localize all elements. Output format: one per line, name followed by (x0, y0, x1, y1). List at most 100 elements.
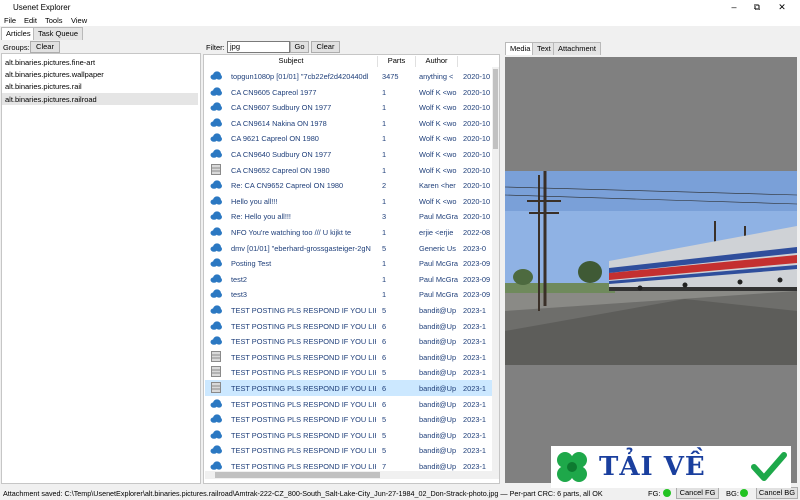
cell-author: Paul McGra (419, 212, 459, 222)
table-row[interactable]: topgun1080p [01/01] "7cb22ef2d420440dl 34… (205, 68, 492, 84)
group-item[interactable]: alt.binaries.pictures.wallpaper (5, 70, 104, 79)
table-row[interactable]: test3 1 Paul McGra 2023-09 (205, 286, 492, 302)
cell-author: Generic Us (419, 243, 456, 253)
cancel-bg-button[interactable]: Cancel BG (756, 487, 798, 499)
menu-tools[interactable]: Tools (45, 16, 63, 25)
table-row[interactable]: TEST POSTING PLS RESPOND IF YOU LIKE - 6 b… (205, 318, 492, 334)
groups-clear-button[interactable]: Clear (30, 41, 60, 53)
table-row[interactable]: TEST POSTING PLS RESPOND IF YOU LIKE - 5 b… (205, 364, 492, 380)
table-row[interactable]: TEST POSTING PLS RESPOND IF YOU LIKE - 5 b… (205, 427, 492, 443)
cell-date: 2023-09 (463, 290, 491, 300)
cell-parts: 1 (382, 228, 387, 237)
filter-label: Filter: (206, 43, 225, 52)
cell-parts: 2 (382, 181, 387, 191)
scrollbar-thumb[interactable] (215, 472, 380, 478)
cell-date: 2023-1 (463, 399, 487, 409)
cloud-icon (210, 320, 222, 330)
cell-subject: TEST POSTING PLS RESPOND IF YOU LIKE - (231, 384, 376, 393)
table-row[interactable]: TEST POSTING PLS RESPOND IF YOU LIKE - 5 b… (205, 302, 492, 318)
checkmark-icon (751, 452, 787, 481)
cloud-icon (210, 445, 222, 455)
column-parts[interactable]: Parts (378, 56, 416, 67)
watermark-text: TẢI VỀ (599, 452, 706, 482)
table-row[interactable]: test2 1 Paul McGra 2023-09 (205, 271, 492, 287)
minimize-icon[interactable]: – (728, 2, 740, 12)
cancel-fg-button[interactable]: Cancel FG (676, 487, 719, 499)
cell-author: anything < (419, 72, 454, 81)
cell-parts: 3475 (382, 72, 399, 81)
column-subject[interactable]: Subject (205, 56, 378, 67)
tab-articles[interactable]: Articles (1, 27, 36, 40)
column-author[interactable]: Author (416, 56, 458, 67)
cell-date: 2023-0 (463, 243, 487, 253)
cell-parts: 3 (382, 212, 387, 222)
cell-parts: 5 (382, 306, 387, 315)
table-row[interactable]: dmv [01/01] "eberhard-grossgasteiger-2gN… (205, 240, 492, 256)
group-item[interactable]: alt.binaries.pictures.fine-art (5, 58, 95, 67)
menu-bar: File Edit Tools View (0, 14, 800, 26)
vertical-scrollbar[interactable] (492, 67, 499, 471)
table-row[interactable]: CA CN9607 Sudbury ON 1977 1 Wolf K <wo 2020… (205, 99, 492, 115)
table-row[interactable]: TEST POSTING PLS RESPOND IF YOU LIKE - 6 b… (205, 396, 492, 412)
cell-author: bandit@Up (419, 415, 457, 425)
table-row[interactable]: Re: Hello you all!!! 3 Paul McGra 2020-10 (205, 208, 492, 224)
cell-date: 2022-08 (463, 228, 491, 237)
horizontal-scrollbar[interactable] (205, 471, 499, 479)
tab-media[interactable]: Media (505, 42, 536, 55)
table-row[interactable]: TEST POSTING PLS RESPOND IF YOU LIKE - 6 b… (205, 380, 492, 396)
menu-edit[interactable]: Edit (24, 16, 37, 25)
fg-label: FG: (648, 489, 661, 498)
cloud-icon (210, 71, 222, 80)
train-photo (505, 171, 797, 365)
cell-date: 2020-10 (463, 212, 491, 222)
table-row[interactable]: CA 9621 Capreol ON 1980 1 Wolf K <wo 2020-1… (205, 130, 492, 146)
menu-file[interactable]: File (4, 16, 16, 25)
table-row[interactable]: NFO You're watching too /// U kijkt te 1 e… (205, 224, 492, 240)
cell-parts: 1 (382, 118, 387, 128)
maximize-icon[interactable]: ⧉ (751, 2, 763, 12)
cell-parts: 6 (382, 321, 387, 331)
cell-parts: 6 (382, 352, 387, 362)
cell-parts: 6 (382, 337, 387, 347)
box-icon (211, 366, 221, 378)
table-row[interactable]: Re: CA CN9652 Capreol ON 1980 2 Karen <her… (205, 177, 492, 193)
cell-subject: test2 (231, 274, 248, 284)
cell-date: 2023-1 (463, 462, 487, 471)
group-item[interactable]: alt.binaries.pictures.railroad (5, 95, 97, 104)
filter-input[interactable]: jpg (227, 41, 290, 53)
table-row[interactable]: TEST POSTING PLS RESPOND IF YOU LIKE - 6 b… (205, 349, 492, 365)
cell-date: 2020-10 (463, 103, 491, 113)
clover-icon (557, 452, 587, 482)
scrollbar-thumb[interactable] (493, 69, 498, 149)
close-icon[interactable]: ✕ (776, 2, 788, 12)
table-row[interactable]: Hello you all!!! 1 Wolf K <wo 2020-10 (205, 193, 492, 209)
cell-subject: TEST POSTING PLS RESPOND IF YOU LIKE - (231, 415, 376, 425)
cell-parts: 1 (382, 103, 387, 113)
cell-subject: CA CN9614 Nakina ON 1978 (231, 118, 327, 128)
menu-view[interactable]: View (71, 16, 87, 25)
table-row[interactable]: CA CN9614 Nakina ON 1978 1 Wolf K <wo 2020-… (205, 115, 492, 131)
filter-clear-button[interactable]: Clear (311, 41, 340, 53)
table-row[interactable]: CA CN9605 Capreol 1977 1 Wolf K <wo 2020-10 (205, 84, 492, 100)
watermark-logo: TẢI VỀ (551, 446, 791, 488)
table-row[interactable]: CA CN9640 Sudbury ON 1977 1 Wolf K <wo 2020… (205, 146, 492, 162)
cell-parts: 5 (382, 446, 387, 456)
cell-date: 2023-1 (463, 337, 487, 347)
cell-author: Wolf K <wo (419, 118, 457, 128)
cell-parts: 1 (382, 150, 387, 159)
table-row[interactable]: Posting Test 1 Paul McGra 2023-09 (205, 255, 492, 271)
tab-task-queue[interactable]: Task Queue (33, 27, 84, 40)
cell-subject: test3 (231, 290, 248, 300)
cell-parts: 5 (382, 415, 387, 425)
filter-go-button[interactable]: Go (290, 41, 309, 53)
table-row[interactable]: TEST POSTING PLS RESPOND IF YOU LIKE - 5 b… (205, 442, 492, 458)
cell-parts: 1 (382, 165, 387, 175)
cell-subject: TEST POSTING PLS RESPOND IF YOU LIKE - (231, 352, 376, 362)
group-item[interactable]: alt.binaries.pictures.rail (5, 82, 82, 91)
table-row[interactable]: CA CN9652 Capreol ON 1980 1 Wolf K <wo 2020… (205, 162, 492, 178)
tab-attachment[interactable]: Attachment (553, 42, 601, 55)
table-row[interactable]: TEST POSTING PLS RESPOND IF YOU LIKE - 5 b… (205, 411, 492, 427)
status-bar: Attachment saved: C:\Temp\UsenetExplorer… (0, 486, 800, 500)
table-row[interactable]: TEST POSTING PLS RESPOND IF YOU LIKE - 6 b… (205, 333, 492, 349)
cell-parts: 1 (382, 87, 387, 97)
